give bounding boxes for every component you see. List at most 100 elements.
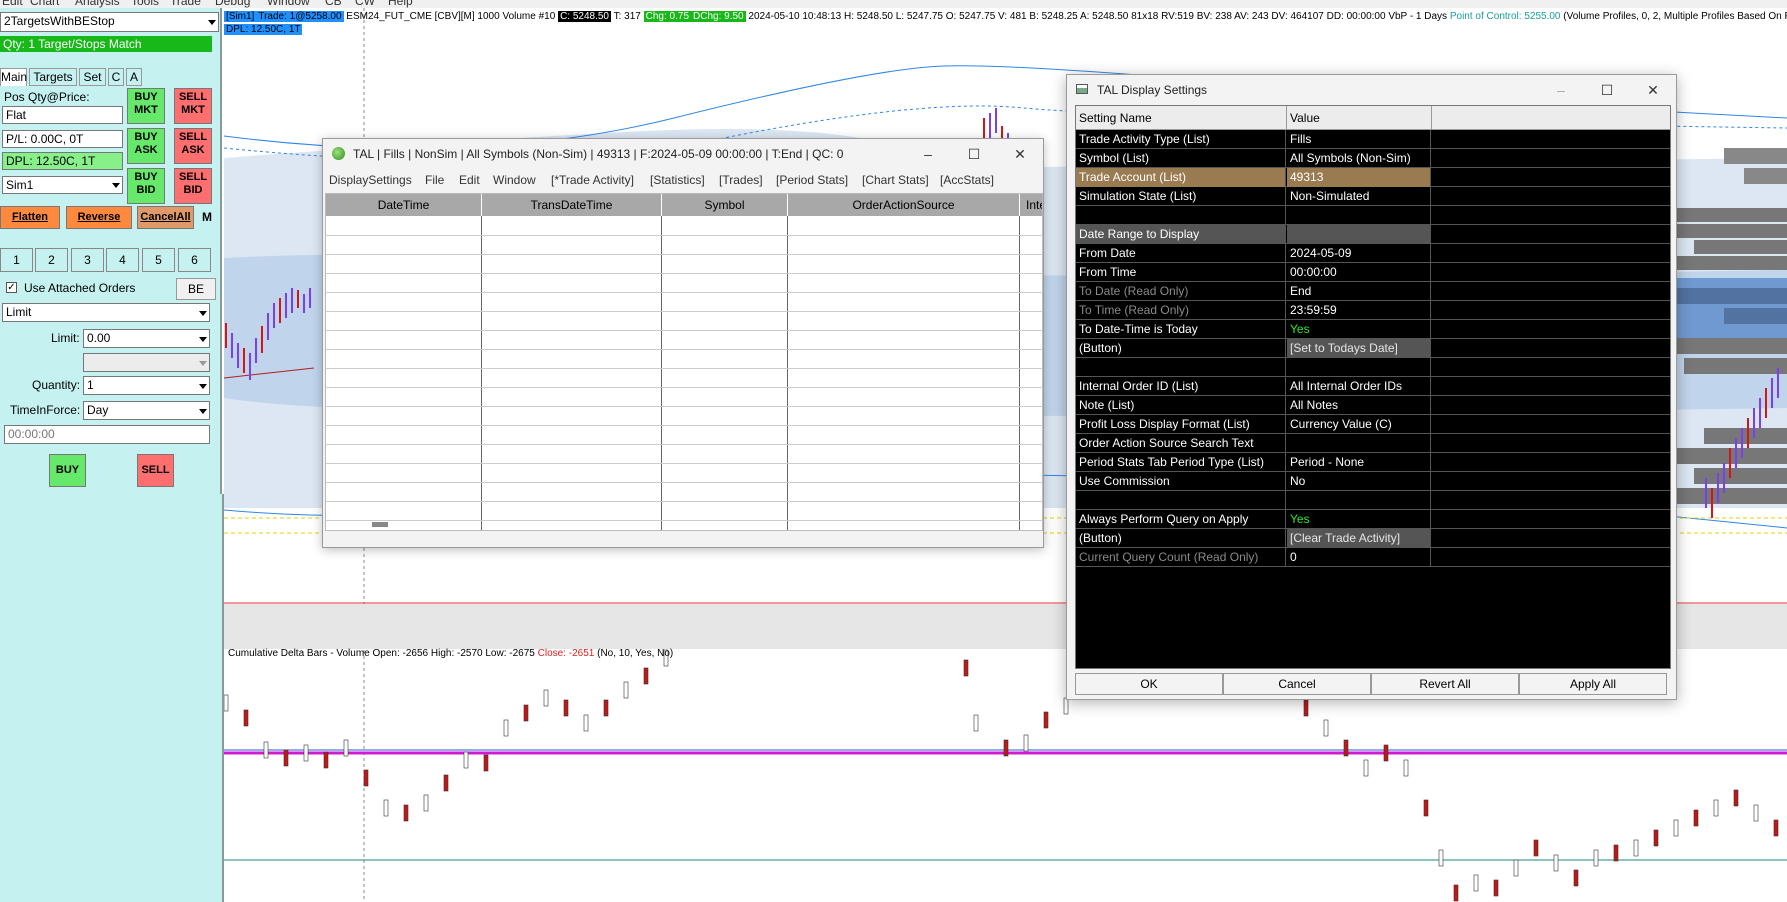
setting-row[interactable]: Always Perform Query on Apply Yes (1076, 510, 1670, 529)
tal-menu-statistics[interactable]: [Statistics] (650, 173, 705, 187)
buy-ask-button[interactable]: BUY ASK (127, 128, 165, 164)
setting-value[interactable]: All Internal Order IDs (1287, 377, 1431, 396)
setting-row[interactable]: Note (List) All Notes (1076, 396, 1670, 415)
buy-button[interactable]: BUY (49, 454, 86, 487)
account-select[interactable]: Sim1 (2, 176, 123, 194)
setting-value[interactable]: Period - None (1287, 453, 1431, 472)
tal-menu-window[interactable]: Window (493, 173, 536, 187)
setting-row[interactable]: Current Query Count (Read Only) 0 (1076, 548, 1670, 567)
horizontal-scrollbar-thumb[interactable] (372, 522, 388, 527)
setting-row[interactable]: Trade Activity Type (List) Fills (1076, 130, 1670, 149)
setting-value[interactable]: All Symbols (Non-Sim) (1287, 149, 1431, 168)
setting-value[interactable]: Currency Value (C) (1287, 415, 1431, 434)
setting-row[interactable]: (Button) [Clear Trade Activity] (1076, 529, 1670, 548)
menu-chart[interactable]: Chart (30, 0, 59, 8)
setting-value[interactable]: Non-Simulated (1287, 187, 1431, 206)
sell-button[interactable]: SELL (137, 454, 174, 487)
setting-row[interactable]: Profit Loss Display Format (List) Currenc… (1076, 415, 1670, 434)
sell-bid-button[interactable]: SELL BID (174, 168, 212, 204)
tab-main[interactable]: Main (0, 68, 27, 86)
menu-window[interactable]: Window (267, 0, 310, 8)
tal-grid[interactable]: DateTime TransDateTime Symbol OrderActio… (325, 193, 1043, 531)
tab-c[interactable]: C (108, 68, 124, 86)
setting-value[interactable]: Fills (1287, 130, 1431, 149)
tal-menu-displaysettings[interactable]: DisplaySettings (329, 173, 412, 187)
setting-value[interactable]: End (1287, 282, 1431, 301)
qty-preset-3[interactable]: 3 (71, 248, 104, 272)
buy-mkt-button[interactable]: BUY MKT (127, 88, 165, 124)
minimize-icon[interactable]: – (1538, 75, 1584, 105)
setting-row[interactable]: To Date (Read Only) End (1076, 282, 1670, 301)
setting-row[interactable]: Use Commission No (1076, 472, 1670, 491)
setting-value[interactable]: 00:00:00 (1287, 263, 1431, 282)
tab-a[interactable]: A (126, 68, 142, 86)
reverse-button[interactable]: Reverse (66, 206, 132, 229)
setting-row[interactable]: Symbol (List) All Symbols (Non-Sim) (1076, 149, 1670, 168)
menu-cw[interactable]: CW (355, 0, 375, 8)
menu-edit[interactable]: Edit (2, 0, 23, 8)
tal-menu-accstats[interactable]: [AccStats] (940, 173, 994, 187)
be-button[interactable]: BE (176, 278, 216, 300)
setting-row[interactable]: (Button) [Set to Todays Date] (1076, 339, 1670, 358)
settings-grid[interactable]: Setting Name Value Trade Activity Type (… (1075, 105, 1671, 669)
setting-row[interactable]: To Date-Time is Today Yes (1076, 320, 1670, 339)
setting-row[interactable]: From Time 00:00:00 (1076, 263, 1670, 282)
limit-price-input[interactable]: 0.00 (83, 329, 210, 348)
setting-row[interactable]: Order Action Source Search Text (1076, 434, 1670, 453)
menu-help[interactable]: Help (388, 0, 413, 8)
flatten-button[interactable]: Flatten (0, 206, 60, 229)
good-till-time-input[interactable]: 00:00:00 (4, 425, 210, 444)
tal-menu-chart-stats[interactable]: [Chart Stats] (862, 173, 929, 187)
tif-select[interactable]: Day (83, 401, 210, 420)
setting-value[interactable]: [Set to Todays Date] (1287, 339, 1431, 358)
qty-preset-4[interactable]: 4 (106, 248, 139, 272)
use-attached-checkbox[interactable]: ✓ (6, 282, 17, 293)
buy-bid-button[interactable]: BUY BID (127, 168, 165, 204)
col-header-transdatetime[interactable]: TransDateTime (482, 194, 662, 216)
setting-row[interactable]: Trade Account (List) 49313 (1076, 168, 1670, 187)
menu-debug[interactable]: Debug (215, 0, 250, 8)
tab-targets[interactable]: Targets (29, 68, 77, 86)
qty-preset-1[interactable]: 1 (0, 248, 33, 272)
attached-order-strategy-select[interactable]: 2TargetsWithBEStop (0, 12, 219, 32)
minimize-icon[interactable]: – (905, 139, 951, 169)
setting-row[interactable]: From Date 2024-05-09 (1076, 244, 1670, 263)
menu-tools[interactable]: Tools (131, 0, 159, 8)
quantity-input[interactable]: 1 (83, 376, 210, 395)
tal-display-settings-dialog[interactable]: TAL Display Settings – ☐ ✕ Setting Name … (1066, 74, 1677, 700)
cancel-button[interactable]: Cancel (1223, 673, 1371, 695)
menu-cb[interactable]: CB (325, 0, 342, 8)
apply-all-button[interactable]: Apply All (1519, 673, 1667, 695)
close-icon[interactable]: ✕ (1630, 75, 1676, 105)
col-header-datetime[interactable]: DateTime (326, 194, 482, 216)
setting-value[interactable]: 49313 (1287, 168, 1431, 187)
setting-value[interactable]: No (1287, 472, 1431, 491)
close-icon[interactable]: ✕ (997, 139, 1043, 169)
setting-value[interactable]: Yes (1287, 510, 1431, 529)
cancel-all-button[interactable]: CancelAll (137, 206, 194, 229)
col-header-internal[interactable]: Inte (1020, 194, 1042, 216)
setting-value[interactable]: All Notes (1287, 396, 1431, 415)
tal-menu-trade-activity[interactable]: [*Trade Activity] (551, 173, 634, 187)
setting-value[interactable]: 0 (1287, 548, 1431, 567)
setting-value[interactable]: 23:59:59 (1287, 301, 1431, 320)
tal-menu-file[interactable]: File (425, 173, 444, 187)
tal-menu-period-stats[interactable]: [Period Stats] (776, 173, 848, 187)
tal-menu-trades[interactable]: [Trades] (719, 173, 763, 187)
stop-price-input[interactable] (83, 353, 210, 372)
setting-row[interactable]: Date Range to Display (1076, 225, 1670, 244)
col-header-orderactionsource[interactable]: OrderActionSource (788, 194, 1020, 216)
tab-set[interactable]: Set (79, 68, 106, 86)
setting-value[interactable]: Yes (1287, 320, 1431, 339)
m-button[interactable]: M (199, 206, 215, 229)
tal-menu-edit[interactable]: Edit (459, 173, 480, 187)
order-type-select[interactable]: Limit (2, 303, 210, 322)
setting-value[interactable]: [Clear Trade Activity] (1287, 529, 1431, 548)
trade-activity-log-window[interactable]: TAL | Fills | NonSim | All Symbols (Non-… (322, 138, 1044, 548)
setting-row[interactable]: Simulation State (List) Non-Simulated (1076, 187, 1670, 206)
setting-row[interactable]: Internal Order ID (List) All Internal Ord… (1076, 377, 1670, 396)
setting-value[interactable] (1287, 225, 1431, 244)
setting-row[interactable]: To Time (Read Only) 23:59:59 (1076, 301, 1670, 320)
sell-mkt-button[interactable]: SELL MKT (174, 88, 212, 124)
col-header-symbol[interactable]: Symbol (662, 194, 788, 216)
